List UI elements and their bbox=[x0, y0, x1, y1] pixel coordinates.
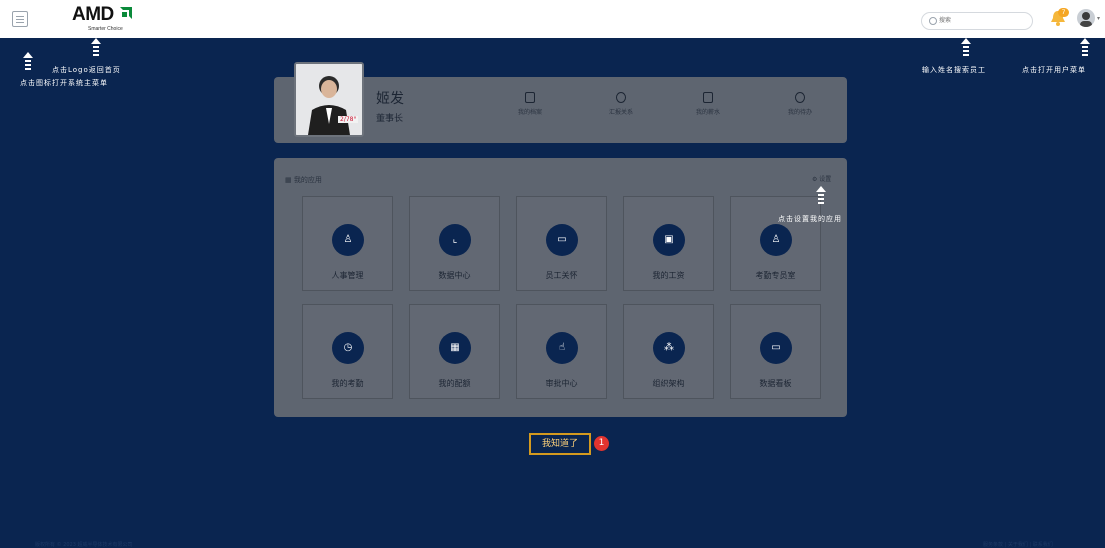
hand-icon: ☝ bbox=[546, 332, 578, 364]
person-photo-icon bbox=[296, 64, 362, 135]
app-tile-label: 数据中心 bbox=[438, 271, 471, 280]
org-icon: ⁂ bbox=[653, 332, 685, 364]
clock-icon bbox=[795, 92, 805, 103]
profile-title: 董事长 bbox=[376, 114, 404, 124]
got-it-button[interactable]: 我知道了 bbox=[529, 433, 591, 455]
apps-settings-label: 设置 bbox=[819, 176, 832, 183]
hint-menu: 点击图标打开系统主菜单 bbox=[20, 79, 108, 87]
profile-photo: 2/78° bbox=[294, 62, 364, 137]
quick-link-todo[interactable]: 我的待办 bbox=[765, 92, 835, 116]
app-tile-salary[interactable]: ▣ 我的工资 bbox=[623, 196, 714, 291]
clock-icon: ◷ bbox=[332, 332, 364, 364]
hint-user: 点击打开用户菜单 bbox=[1022, 66, 1086, 74]
logo-text: AMD bbox=[72, 4, 114, 25]
amd-arrow-icon bbox=[120, 7, 132, 19]
apps-heading: ▦ 我的应用 bbox=[285, 176, 322, 184]
user-avatar[interactable] bbox=[1077, 9, 1095, 27]
search-icon bbox=[929, 17, 937, 25]
photo-tag: 2/78° bbox=[338, 116, 359, 123]
app-tile-label: 审批中心 bbox=[545, 379, 578, 388]
chart-icon: ⌞ bbox=[439, 224, 471, 256]
notification-badge: 7 bbox=[1058, 8, 1069, 17]
hint-app-settings: 点击设置我的应用 bbox=[778, 215, 842, 223]
app-tile-label: 人事管理 bbox=[331, 271, 364, 280]
quick-link-label: 汇报关系 bbox=[608, 109, 633, 116]
monitor-icon: ▭ bbox=[760, 332, 792, 364]
arrow-up-icon bbox=[23, 52, 33, 70]
salary-icon: ▣ bbox=[653, 224, 685, 256]
app-tile-attendance-office[interactable]: ♙ 考勤专员室 bbox=[730, 196, 821, 291]
logo[interactable]: AMD Smarter Choice bbox=[72, 4, 132, 34]
app-tile-data-center[interactable]: ⌞ 数据中心 bbox=[409, 196, 500, 291]
quick-link-archive[interactable]: 我的档案 bbox=[495, 92, 565, 116]
footer-links[interactable]: 服务条款 | 关于我们 | 联系我们 bbox=[983, 541, 1053, 548]
avatar-icon bbox=[1080, 12, 1092, 27]
app-tile-dashboard[interactable]: ▭ 数据看板 bbox=[730, 304, 821, 399]
calendar-icon: ▦ bbox=[439, 332, 471, 364]
app-tile-label: 组织架构 bbox=[652, 379, 685, 388]
top-bar: AMD Smarter Choice 7 ▾ bbox=[0, 0, 1105, 38]
app-tile-label: 我的配额 bbox=[438, 379, 471, 388]
quick-link-report[interactable]: 汇报关系 bbox=[586, 92, 656, 116]
apps-heading-text: 我的应用 bbox=[293, 176, 322, 184]
arrow-up-icon bbox=[961, 38, 971, 56]
arrow-up-icon bbox=[1080, 38, 1090, 56]
profile-name: 姬发 bbox=[376, 91, 404, 107]
arrow-up-icon bbox=[91, 38, 101, 56]
quick-link-salary[interactable]: 我的薪水 bbox=[673, 92, 743, 116]
app-tile-approval[interactable]: ☝ 审批中心 bbox=[516, 304, 607, 399]
search-input[interactable] bbox=[939, 15, 1027, 27]
footer-copyright: 版权所有 © 2023 超威半导体技术有限公司 bbox=[35, 542, 133, 548]
logo-tagline: Smarter Choice bbox=[88, 26, 123, 32]
quick-link-label: 我的薪水 bbox=[695, 109, 720, 116]
search-box[interactable] bbox=[921, 12, 1033, 30]
app-tile-label: 我的考勤 bbox=[331, 379, 364, 388]
app-tile-label: 数据看板 bbox=[759, 379, 792, 388]
app-tile-quota[interactable]: ▦ 我的配额 bbox=[409, 304, 500, 399]
app-tile-label: 我的工资 bbox=[652, 271, 685, 280]
relation-icon bbox=[616, 92, 626, 103]
user-icon: ♙ bbox=[332, 224, 364, 256]
menu-icon[interactable] bbox=[12, 11, 28, 27]
chevron-down-icon[interactable]: ▾ bbox=[1097, 15, 1100, 22]
document-icon bbox=[525, 92, 535, 103]
hint-search: 输入姓名搜索员工 bbox=[922, 66, 986, 74]
app-tile-label: 考勤专员室 bbox=[755, 271, 796, 280]
apps-settings-button[interactable]: ⚙ 设置 bbox=[812, 174, 831, 183]
arrow-up-icon bbox=[816, 186, 826, 204]
quick-link-label: 我的待办 bbox=[787, 109, 812, 116]
app-tile-label: 员工关怀 bbox=[545, 271, 578, 280]
app-tile-hr[interactable]: ♙ 人事管理 bbox=[302, 196, 393, 291]
new-icon: ▭ bbox=[546, 224, 578, 256]
quick-link-label: 我的档案 bbox=[517, 109, 542, 116]
user-settings-icon: ♙ bbox=[760, 224, 792, 256]
hint-logo: 点击Logo返回首页 bbox=[52, 66, 121, 74]
step-badge: 1 bbox=[594, 436, 609, 451]
app-tile-care[interactable]: ▭ 员工关怀 bbox=[516, 196, 607, 291]
app-tile-my-attendance[interactable]: ◷ 我的考勤 bbox=[302, 304, 393, 399]
payslip-icon bbox=[703, 92, 713, 103]
app-tile-org[interactable]: ⁂ 组织架构 bbox=[623, 304, 714, 399]
